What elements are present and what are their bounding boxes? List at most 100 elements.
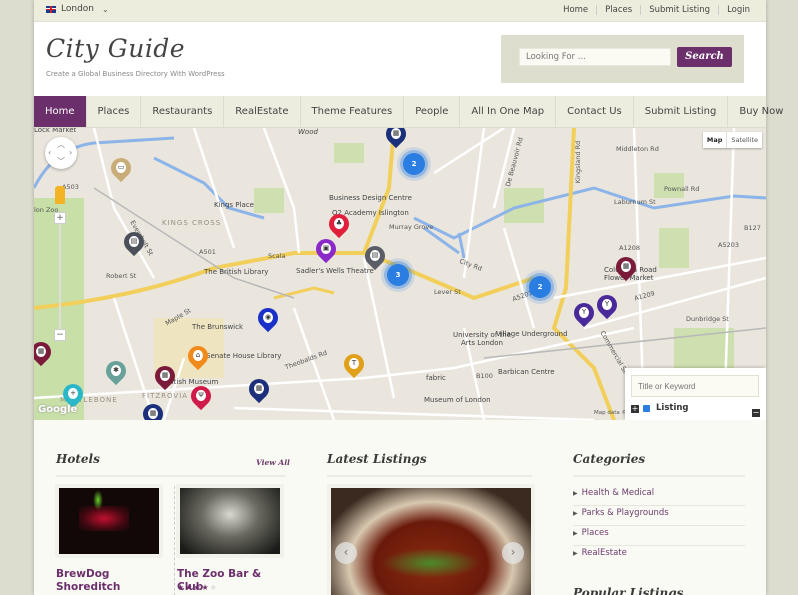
latest-listing-image[interactable] [328, 485, 534, 595]
category-health-medical[interactable]: ▶ Health & Medical [573, 486, 745, 506]
pan-up-icon[interactable]: ︿ [57, 139, 65, 150]
document-icon: ▤ [370, 250, 380, 261]
map-pin-document[interactable]: ▤ [119, 227, 149, 260]
map-pin-building[interactable]: ▦ [138, 399, 168, 420]
map-pin-cocktail[interactable]: Y [569, 298, 599, 331]
document-icon: ▤ [129, 236, 139, 247]
category-label: Health & Medical [581, 488, 655, 498]
pan-down-icon[interactable]: ﹀ [57, 156, 65, 167]
map[interactable]: Wood Lock Market lon Zoo Kings Place KIN… [34, 128, 766, 420]
city-selector[interactable]: London ⌄ [46, 4, 109, 14]
column-separator [174, 486, 175, 595]
hotel-thumb-zoo-bar[interactable] [177, 485, 283, 557]
hotel-thumb-brewdog[interactable] [56, 485, 162, 557]
search-input[interactable] [519, 48, 671, 66]
star-icon: ★ [177, 583, 186, 592]
map-pin-asterisk[interactable]: ✱ [101, 356, 131, 389]
google-logo: Google [38, 404, 78, 415]
marker-cluster[interactable]: 3 [387, 264, 409, 286]
uk-flag-icon [46, 5, 56, 13]
top-link-home[interactable]: Home [555, 5, 596, 15]
map-label: Dunbridge St [686, 315, 729, 323]
map-pin-shirt[interactable]: T [339, 349, 369, 382]
map-pin-restaurant[interactable]: Ψ [186, 381, 216, 414]
category-realestate[interactable]: ▶ RealEstate [573, 546, 745, 566]
map-pin-club[interactable]: ♣ [324, 209, 354, 242]
hotels-divider [56, 475, 286, 477]
shirt-icon: T [349, 358, 359, 369]
search-button[interactable]: Search [677, 47, 732, 67]
plus-circle-icon: + [68, 388, 78, 399]
nav-item-buy-now[interactable]: Buy Now [728, 96, 794, 127]
nav-item-theme-features[interactable]: Theme Features [301, 96, 405, 127]
pan-right-icon[interactable]: › [69, 148, 72, 157]
asterisk-icon: ✱ [111, 365, 121, 376]
marker-cluster[interactable]: 2 [529, 276, 551, 298]
road [273, 286, 335, 300]
nav-item-home[interactable]: Home [34, 96, 87, 127]
nav-item-all-in-one-map[interactable]: All In One Map [460, 96, 557, 127]
map-pin-football[interactable]: ◉ [253, 303, 283, 336]
map-pin-frame[interactable]: ▣ [311, 234, 341, 267]
map-pin-museum[interactable]: ⌂ [183, 341, 213, 374]
top-link-places[interactable]: Places [596, 5, 640, 15]
map-label: Murray Grove [389, 223, 434, 231]
map-keyword-input[interactable] [631, 375, 759, 397]
zoom-out-button[interactable]: − [54, 329, 66, 341]
caret-right-icon: ▶ [573, 490, 578, 497]
building-icon: ▦ [148, 408, 158, 419]
fork-knife-icon: Ψ [196, 390, 206, 401]
map-type-map[interactable]: Map [703, 132, 728, 148]
nav-item-people[interactable]: People [404, 96, 461, 127]
top-bar: London ⌄ Home Places Submit Listing Logi… [34, 0, 766, 22]
pan-left-icon[interactable]: ‹ [48, 148, 51, 157]
nav-item-contact-us[interactable]: Contact Us [556, 96, 634, 127]
map-pin-building[interactable]: ▦ [244, 374, 274, 407]
zoom-slider-track[interactable] [59, 224, 61, 334]
nav-item-submit-listing[interactable]: Submit Listing [634, 96, 729, 127]
nav-item-places[interactable]: Places [87, 96, 142, 127]
city-name: London [61, 4, 94, 14]
map-label: A501 [199, 248, 216, 256]
nav-item-realestate[interactable]: RealEstate [224, 96, 301, 127]
map-label: Middleton Rd [616, 145, 659, 153]
map-type-satellite[interactable]: Satellite [727, 132, 762, 148]
zoom-in-button[interactable]: + [54, 212, 66, 224]
map-pan-control[interactable]: ︿ ‹ › ﹀ [45, 137, 77, 169]
category-label: Places [581, 528, 609, 538]
building-icon: ▦ [254, 383, 264, 394]
map-pin-cocktail[interactable]: Y [592, 290, 622, 323]
listing-checkbox[interactable] [643, 405, 650, 412]
top-link-login[interactable]: Login [718, 5, 758, 15]
caret-right-icon: ▶ [573, 510, 578, 517]
map-label: B100 [476, 372, 493, 380]
map-pin-document[interactable]: ▤ [360, 241, 390, 274]
map-pin-building[interactable]: ▦ [611, 252, 641, 285]
canal [153, 156, 265, 220]
map-pin-building[interactable]: ▦ [34, 337, 56, 370]
site-header: City Guide Create a Global Business Dire… [34, 22, 766, 96]
hotels-title: Hotels [56, 452, 100, 466]
map-label: Robert St [106, 272, 137, 280]
map-pin-building[interactable]: ▦ [150, 361, 180, 394]
map-label: Lever St [434, 288, 461, 296]
hotel-name-brewdog[interactable]: BrewDog Shoreditch [56, 568, 156, 594]
slider-next-button[interactable]: › [502, 542, 524, 564]
page: London ⌄ Home Places Submit Listing Logi… [34, 0, 783, 595]
map-label: Wood [298, 128, 318, 136]
category-parks-playgrounds[interactable]: ▶ Parks & Playgrounds [573, 506, 745, 526]
hotels-view-all-link[interactable]: View All [256, 458, 290, 467]
expand-icon[interactable]: + [631, 405, 639, 413]
site-logo[interactable]: City Guide [46, 34, 185, 63]
category-label: RealEstate [581, 548, 627, 558]
collapse-icon[interactable]: − [752, 409, 760, 417]
map-label: Lock Market [34, 128, 77, 134]
map-pin-ticket[interactable]: ▭ [106, 153, 136, 186]
nav-item-restaurants[interactable]: Restaurants [141, 96, 225, 127]
category-places[interactable]: ▶ Places [573, 526, 745, 546]
map-pin-building[interactable]: ▦ [381, 128, 411, 152]
top-link-submit-listing[interactable]: Submit Listing [640, 5, 718, 15]
slider-prev-button[interactable]: ‹ [335, 542, 357, 564]
street-view-pegman-icon[interactable] [55, 186, 65, 204]
marker-cluster[interactable]: 2 [403, 153, 425, 175]
